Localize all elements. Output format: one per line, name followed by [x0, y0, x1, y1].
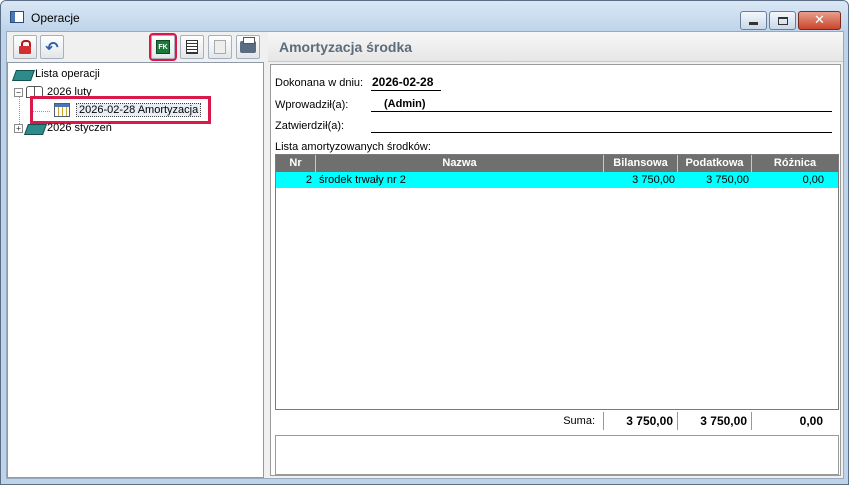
cell-bilansowa: 3 750,00 [632, 174, 675, 186]
tree-item-label: 2026 styczeń [47, 122, 112, 134]
done-on-label: Dokonana w dniu: [275, 77, 364, 89]
document-icon [186, 40, 198, 54]
tree-root-label: Lista operacji [35, 68, 100, 80]
operacje-window: Operacje ✕ ↶ FK Lista operacji − 2026 lu… [0, 0, 849, 485]
window-title: Operacje [31, 11, 80, 25]
client-area: ↶ FK Lista operacji − 2026 luty 2026-02-… [6, 31, 844, 479]
minimize-button[interactable] [740, 11, 767, 30]
entered-by-value: (Admin) [384, 98, 426, 110]
column-header-nr[interactable]: Nr [276, 155, 316, 172]
table-header: Nr Nazwa Bilansowa Podatkowa Różnica [276, 155, 838, 172]
lock-icon [19, 40, 31, 54]
approved-by-underline [371, 132, 832, 133]
print-button[interactable] [236, 35, 260, 59]
assets-table[interactable]: Nr Nazwa Bilansowa Podatkowa Różnica 2 ś… [275, 154, 839, 410]
close-icon: ✕ [814, 13, 825, 28]
printer-icon [240, 37, 256, 53]
done-on-value: 2026-02-28 [372, 75, 434, 89]
operations-tree[interactable]: Lista operacji − 2026 luty 2026-02-28 Am… [7, 62, 264, 478]
notes-area[interactable] [275, 435, 839, 475]
cell-roznica: 0,00 [802, 174, 824, 186]
close-button[interactable]: ✕ [798, 11, 841, 30]
toolbar: ↶ FK [7, 32, 264, 62]
minimize-icon [749, 22, 758, 25]
column-header-roznica[interactable]: Różnica [752, 155, 838, 172]
tree-item-label: 2026-02-28 Amortyzacja [76, 103, 202, 117]
book-icon [14, 68, 31, 80]
maximize-button[interactable] [769, 11, 796, 30]
approved-by-label: Zatwierdził(a): [275, 120, 345, 132]
maximize-icon [777, 16, 788, 25]
entered-by-label: Wprowadził(a): [275, 99, 349, 111]
sum-row: Suma: 3 750,00 3 750,00 0,00 [275, 412, 839, 430]
document-button[interactable] [180, 35, 204, 59]
tree-item-2026-styczen[interactable]: + 2026 styczeń [14, 120, 112, 136]
cell-podatkowa: 3 750,00 [706, 174, 749, 186]
table-row[interactable]: 2 środek trwały nr 2 3 750,00 3 750,00 0… [276, 172, 838, 188]
done-on-underline [371, 90, 441, 91]
right-panel: Amortyzacja środka Dokonana w dniu: 2026… [268, 32, 843, 478]
fk-icon: FK [156, 40, 170, 54]
title-bar[interactable]: Operacje ✕ [1, 1, 848, 31]
document-disabled-icon [214, 40, 226, 54]
column-header-bilansowa[interactable]: Bilansowa [604, 155, 678, 172]
column-header-podatkowa[interactable]: Podatkowa [678, 155, 752, 172]
expand-icon[interactable]: + [14, 123, 23, 133]
sum-roznica: 0,00 [751, 412, 837, 430]
document-disabled-button[interactable] [208, 35, 232, 59]
tree-item-amortyzacja[interactable]: 2026-02-28 Amortyzacja [54, 102, 202, 118]
sum-label: Suma: [563, 415, 595, 427]
fk-button[interactable]: FK [149, 33, 177, 61]
lock-button[interactable] [13, 35, 37, 59]
sum-podatkowa: 3 750,00 [677, 412, 751, 430]
cell-nr: 2 [305, 174, 312, 186]
panel-header: Amortyzacja środka [268, 32, 843, 62]
panel-body: Dokonana w dniu: 2026-02-28 Wprowadził(a… [270, 64, 841, 476]
undo-icon: ↶ [45, 37, 59, 57]
cell-nazwa: środek trwały nr 2 [319, 174, 406, 186]
collapse-icon[interactable]: − [14, 87, 23, 97]
book-icon [26, 122, 43, 134]
assets-list-label: Lista amortyzowanych środków: [275, 141, 431, 153]
column-header-nazwa[interactable]: Nazwa [316, 155, 604, 172]
panel-title: Amortyzacja środka [279, 39, 413, 55]
sum-bilansowa: 3 750,00 [603, 412, 677, 430]
window-icon [10, 11, 24, 23]
tree-root[interactable]: Lista operacji [14, 66, 100, 82]
calendar-document-icon [54, 103, 70, 117]
undo-button[interactable]: ↶ [40, 35, 64, 59]
left-panel: ↶ FK Lista operacji − 2026 luty 2026-02-… [7, 32, 264, 478]
entered-by-underline [371, 111, 832, 112]
